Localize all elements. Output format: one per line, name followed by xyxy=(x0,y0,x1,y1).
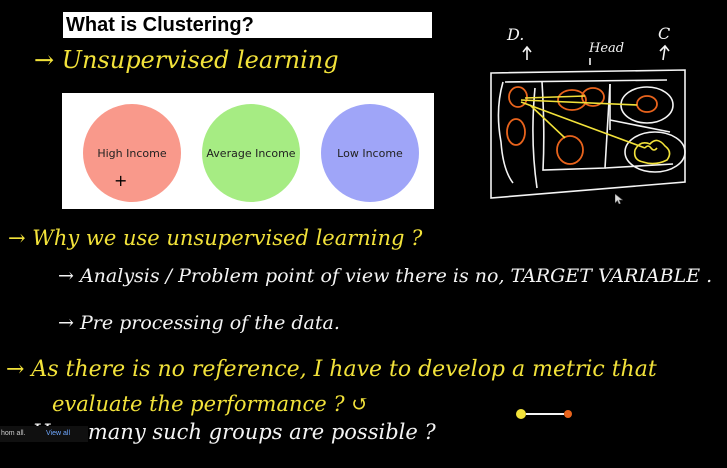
slide-title: What is Clustering? xyxy=(66,14,254,36)
cluster-image: High Income Average Income Low Income + xyxy=(62,93,434,209)
note-no-reference: → As there is no reference, I have to de… xyxy=(6,357,657,382)
cluster-high-income: High Income xyxy=(83,104,181,202)
crosshair-cursor-icon: + xyxy=(114,171,128,190)
note-analysis-problem: → Analysis / Problem point of view there… xyxy=(58,265,713,287)
cluster-low-income: Low Income xyxy=(321,104,419,202)
cluster-label: Average Income xyxy=(206,146,296,160)
cluster-sketch: D. Head C xyxy=(490,24,686,199)
note-why-unsupervised: → Why we use unsupervised learning ? xyxy=(8,226,423,250)
view-all-link[interactable]: View all xyxy=(46,430,70,437)
note-evaluate-performance: evaluate the performance ? ↺ xyxy=(52,392,369,416)
sketch-label-d: D. xyxy=(506,25,524,44)
note-unsupervised-learning: → Unsupervised learning xyxy=(34,46,339,74)
note-pre-processing: → Pre processing of the data. xyxy=(58,312,340,334)
sketch-label-head: Head xyxy=(588,41,624,56)
cluster-average-income: Average Income xyxy=(202,104,300,202)
pen-tool-icon[interactable] xyxy=(514,406,576,422)
notification-text: hom all. xyxy=(1,430,26,437)
cluster-label: High Income xyxy=(97,146,167,160)
slide-title-box: What is Clustering? xyxy=(63,12,432,38)
mouse-pointer-icon xyxy=(615,194,623,204)
notification-toast: hom all. View all xyxy=(0,426,88,442)
sketch-label-c: C xyxy=(658,24,670,43)
cluster-label: Low Income xyxy=(337,146,403,160)
